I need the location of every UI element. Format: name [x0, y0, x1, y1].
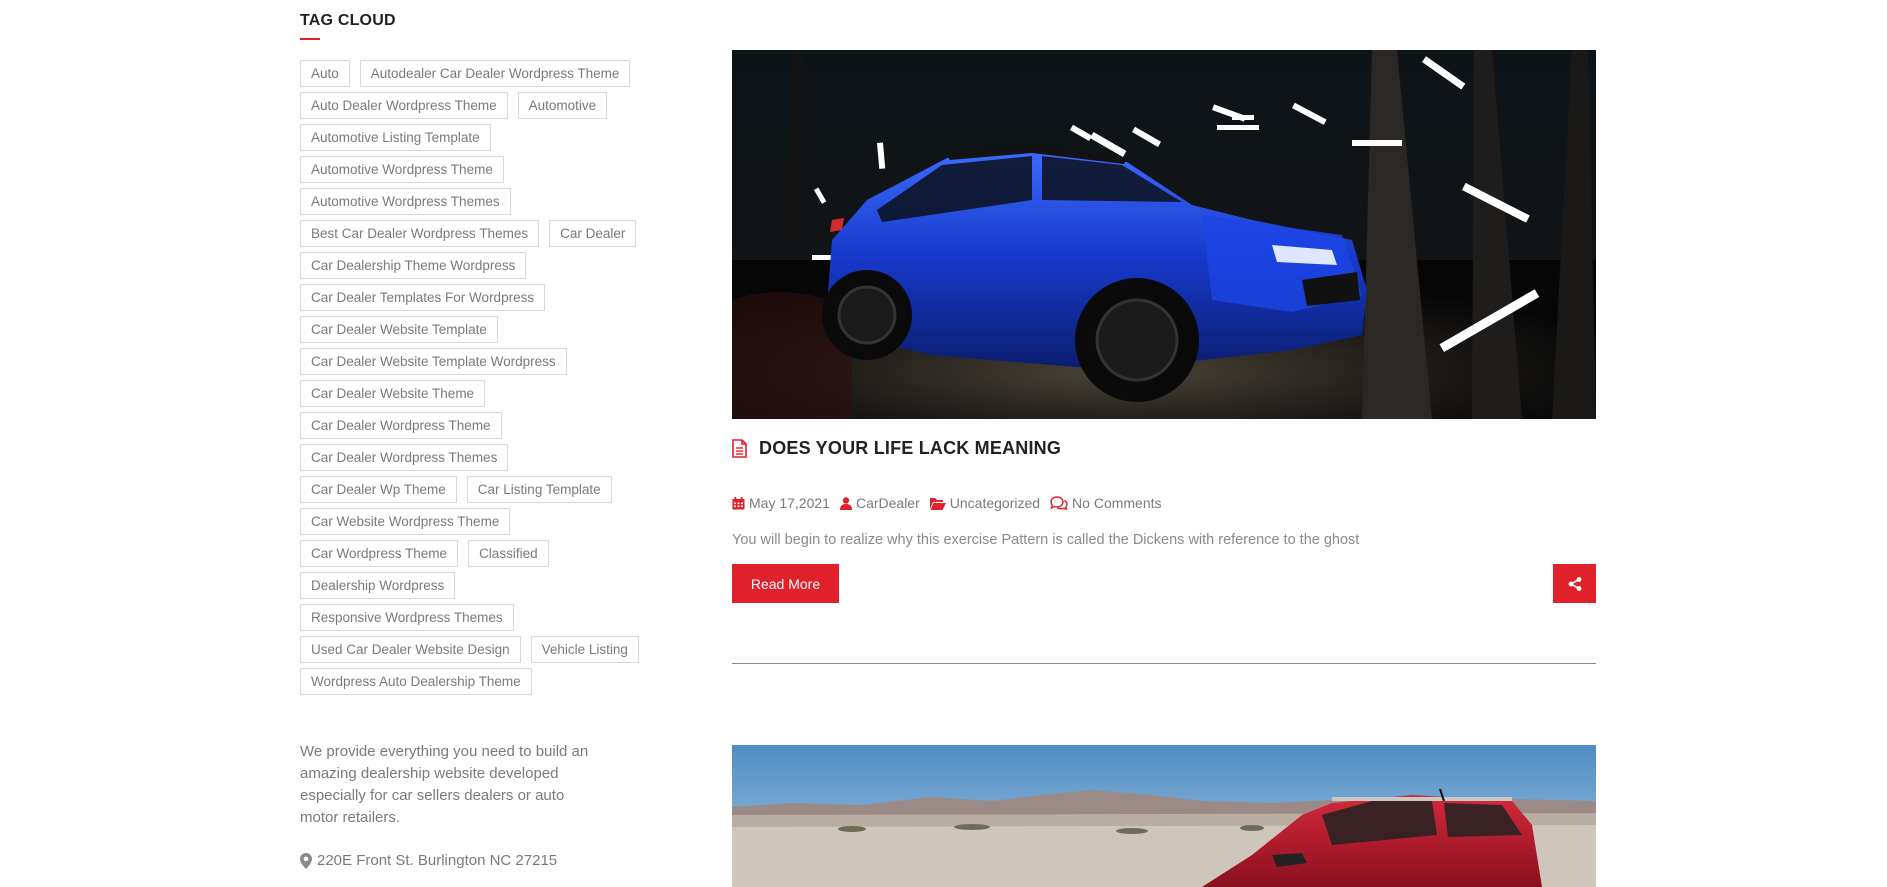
document-icon — [732, 439, 747, 458]
tag-cloud-title: TAG CLOUD — [300, 12, 396, 29]
post-date: May 17,2021 — [732, 495, 830, 511]
tag-auto[interactable]: Auto — [300, 60, 350, 87]
post-author-text: CarDealer — [855, 495, 920, 511]
post-meta: May 17,2021 CarDealer Uncategorized No C… — [732, 495, 1172, 511]
post-title[interactable]: DOES YOUR LIFE LACK MEANING — [759, 438, 1061, 459]
tag-car-dealer-website-template[interactable]: Car Dealer Website Template — [300, 316, 498, 343]
red-car-desert-photo — [732, 745, 1596, 887]
user-icon — [839, 496, 852, 510]
tag-car-dealer-wordpress-themes[interactable]: Car Dealer Wordpress Themes — [300, 444, 509, 471]
post-comments[interactable]: No Comments — [1050, 495, 1162, 511]
tag-car-dealer-website-theme[interactable]: Car Dealer Website Theme — [300, 380, 486, 407]
tag-car-dealer-wordpress-theme[interactable]: Car Dealer Wordpress Theme — [300, 412, 502, 439]
post-divider — [732, 663, 1596, 664]
tag-automotive-listing-template[interactable]: Automotive Listing Template — [300, 124, 491, 151]
tag-automotive-wordpress-theme[interactable]: Automotive Wordpress Theme — [300, 156, 504, 183]
tag-cloud: Auto Autodealer Car Dealer Wordpress The… — [300, 60, 660, 700]
tag-car-dealer[interactable]: Car Dealer — [549, 220, 637, 247]
title-underline — [300, 38, 320, 40]
tag-classified[interactable]: Classified — [468, 540, 549, 567]
tag-car-wordpress-theme[interactable]: Car Wordpress Theme — [300, 540, 459, 567]
read-more-button[interactable]: Read More — [732, 564, 839, 603]
about-text: We provide everything you need to build … — [300, 743, 589, 826]
tag-autodealer-car-dealer-wordpress-theme[interactable]: Autodealer Car Dealer Wordpress Theme — [359, 60, 631, 87]
tag-car-dealer-website-template-wordpress[interactable]: Car Dealer Website Template Wordpress — [300, 348, 567, 375]
post-featured-image[interactable] — [732, 50, 1596, 419]
tag-responsive-wordpress-themes[interactable]: Responsive Wordpress Themes — [300, 604, 514, 631]
post-author[interactable]: CarDealer — [839, 495, 920, 511]
post-excerpt: You will begin to realize why this exerc… — [732, 532, 1360, 548]
tag-used-car-dealer-website-design[interactable]: Used Car Dealer Website Design — [300, 636, 521, 663]
calendar-icon — [732, 496, 745, 509]
tag-car-dealership-theme-wordpress[interactable]: Car Dealership Theme Wordpress — [300, 252, 527, 279]
post-category-text: Uncategorized — [949, 495, 1041, 511]
address: 220E Front St. Burlington NC 27215 — [300, 852, 557, 869]
share-button[interactable] — [1553, 564, 1596, 603]
map-marker-icon — [300, 852, 312, 869]
tag-car-dealer-wp-theme[interactable]: Car Dealer Wp Theme — [300, 476, 457, 503]
post-category[interactable]: Uncategorized — [929, 495, 1041, 511]
comments-icon — [1050, 496, 1068, 510]
post-featured-image-2[interactable] — [732, 745, 1596, 887]
tag-dealership-wordpress[interactable]: Dealership Wordpress — [300, 572, 456, 599]
post-comments-text: No Comments — [1072, 495, 1162, 511]
tag-auto-dealer-wordpress-theme[interactable]: Auto Dealer Wordpress Theme — [300, 92, 508, 119]
post-title-row: DOES YOUR LIFE LACK MEANING — [732, 438, 1061, 459]
folder-icon — [929, 497, 946, 510]
car-night-photo — [732, 50, 1596, 419]
tag-car-website-wordpress-theme[interactable]: Car Website Wordpress Theme — [300, 508, 511, 535]
post-date-text: May 17,2021 — [749, 495, 830, 511]
address-text: 220E Front St. Burlington NC 27215 — [317, 852, 558, 869]
share-icon — [1568, 576, 1581, 591]
tag-vehicle-listing[interactable]: Vehicle Listing — [530, 636, 639, 663]
sidebar: TAG CLOUD Auto Autodealer Car Dealer Wor… — [300, 0, 660, 700]
tag-automotive-wordpress-themes[interactable]: Automotive Wordpress Themes — [300, 188, 511, 215]
tag-best-car-dealer-wordpress-themes[interactable]: Best Car Dealer Wordpress Themes — [300, 220, 540, 247]
tag-automotive[interactable]: Automotive — [517, 92, 608, 119]
tag-wordpress-auto-dealership-theme[interactable]: Wordpress Auto Dealership Theme — [300, 668, 532, 695]
tag-car-dealer-templates-for-wordpress[interactable]: Car Dealer Templates For Wordpress — [300, 284, 546, 311]
tag-car-listing-template[interactable]: Car Listing Template — [466, 476, 612, 503]
